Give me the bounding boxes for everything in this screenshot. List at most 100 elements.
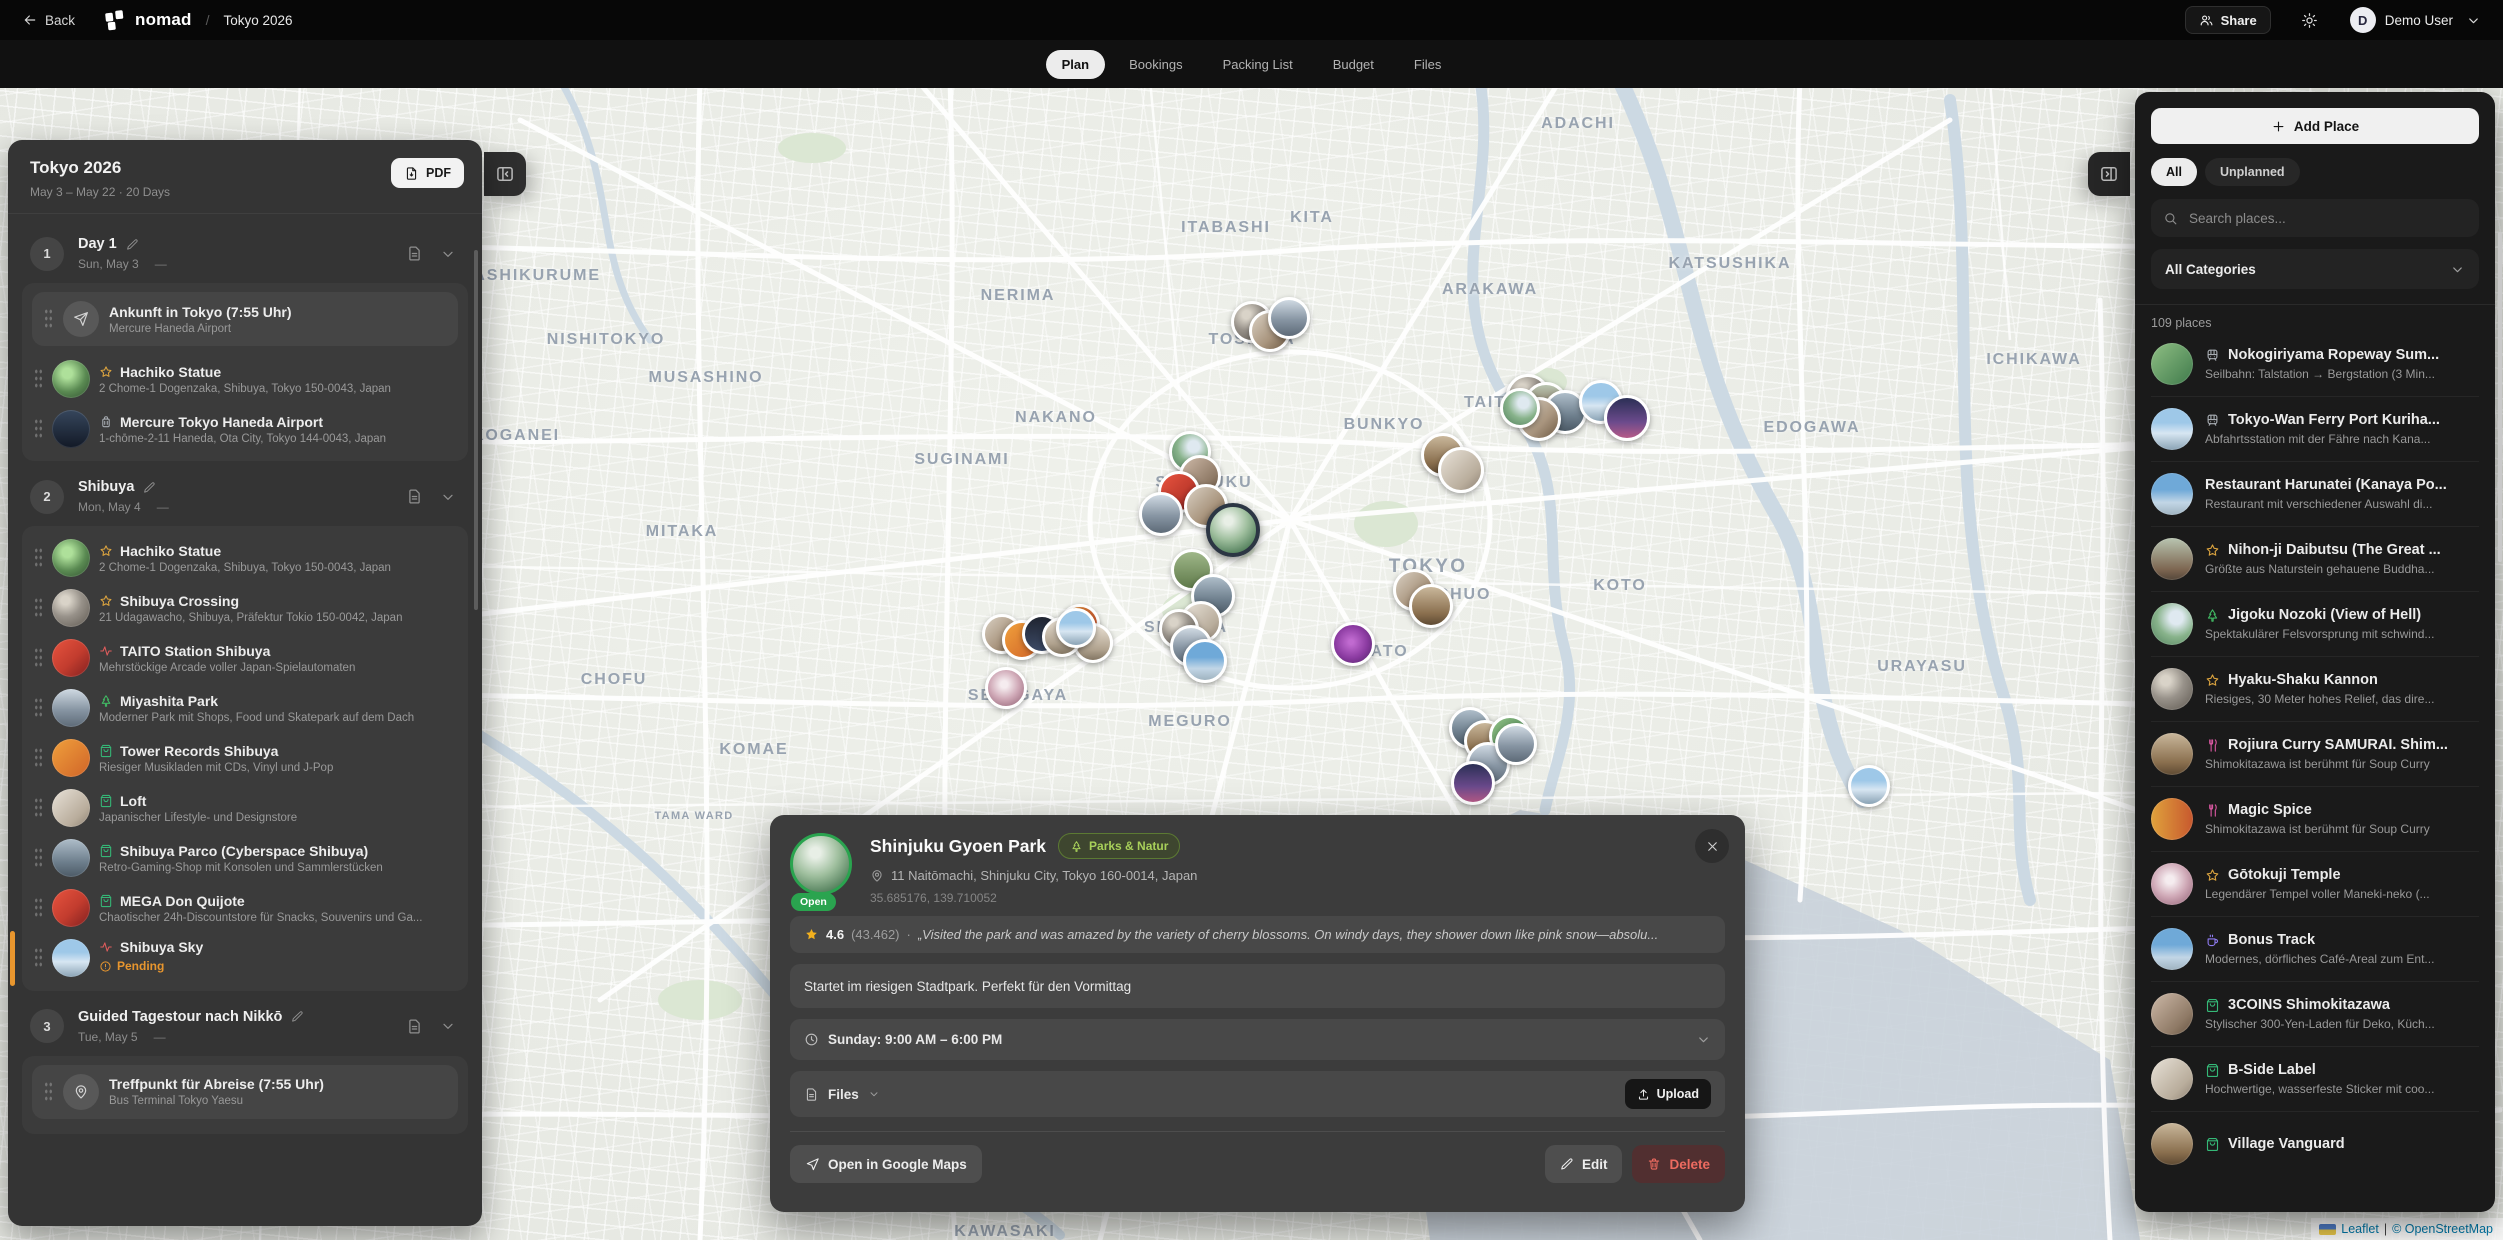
drag-handle[interactable] <box>34 647 43 669</box>
places-list-item[interactable]: 3COINS ShimokitazawaStylischer 300-Yen-L… <box>2151 982 2479 1047</box>
filter-all[interactable]: All <box>2151 158 2197 186</box>
upload-button[interactable]: Upload <box>1625 1079 1711 1109</box>
drag-handle[interactable] <box>34 697 43 719</box>
places-list-item[interactable]: Nihon-ji Daibutsu (The Great ...Größte a… <box>2151 527 2479 592</box>
tab-budget[interactable]: Budget <box>1317 50 1390 79</box>
open-google-maps-button[interactable]: Open in Google Maps <box>790 1145 982 1183</box>
opening-hours-row[interactable]: Sunday: 9:00 AM – 6:00 PM <box>790 1019 1725 1060</box>
itinerary-note-card[interactable]: Ankunft in Tokyo (7:55 Uhr)Mercure Haned… <box>32 292 458 346</box>
places-list-item[interactable]: Magic SpiceShimokitazawa ist berühmt für… <box>2151 787 2479 852</box>
collapse-left-panel-button[interactable] <box>484 152 526 196</box>
itinerary-place-row[interactable]: Shibuya SkyPending <box>30 933 460 984</box>
drag-handle[interactable] <box>34 747 43 769</box>
delete-button[interactable]: Delete <box>1632 1145 1725 1183</box>
itinerary-place-row[interactable]: Shibuya Crossing21 Udagawacho, Shibuya, … <box>30 583 460 633</box>
map-marker[interactable] <box>1331 622 1375 666</box>
itinerary-place-row[interactable]: Hachiko Statue2 Chome-1 Dogenzaka, Shibu… <box>30 354 460 404</box>
pdf-export-button[interactable]: PDF <box>391 158 464 188</box>
openstreetmap-link[interactable]: © OpenStreetMap <box>2392 1222 2493 1236</box>
itinerary-place-row[interactable]: TAITO Station ShibuyaMehrstöckige Arcade… <box>30 633 460 683</box>
edit-button[interactable]: Edit <box>1545 1145 1623 1183</box>
itinerary-place-row[interactable]: Mercure Tokyo Haneda Airport1-chōme-2-11… <box>30 404 460 454</box>
map-marker[interactable] <box>1495 723 1537 765</box>
day-notes-icon[interactable] <box>406 245 423 262</box>
itinerary-note-card[interactable]: Treffpunkt für Abreise (7:55 Uhr)Bus Ter… <box>32 1065 458 1119</box>
page-scrollbar[interactable] <box>2498 232 2502 562</box>
itinerary-place-row[interactable]: Hachiko Statue2 Chome-1 Dogenzaka, Shibu… <box>30 533 460 583</box>
place-title: Loft <box>120 793 146 809</box>
collapse-right-panel-button[interactable] <box>2088 152 2130 196</box>
close-popup-button[interactable] <box>1695 829 1729 863</box>
filter-unplanned[interactable]: Unplanned <box>2205 158 2300 186</box>
itinerary-place-row[interactable]: Miyashita ParkModerner Park mit Shops, F… <box>30 683 460 733</box>
drag-handle[interactable] <box>44 1081 53 1103</box>
places-list-item[interactable]: Restaurant Harunatei (Kanaya Po...Restau… <box>2151 462 2479 527</box>
drag-handle[interactable] <box>34 947 43 969</box>
map-marker[interactable] <box>1438 447 1484 493</box>
drag-handle[interactable] <box>34 547 43 569</box>
map-marker[interactable] <box>1183 639 1227 683</box>
places-list-item[interactable]: Hyaku-Shaku KannonRiesiges, 30 Meter hoh… <box>2151 657 2479 722</box>
map-marker[interactable] <box>1268 297 1310 339</box>
map-marker[interactable] <box>1056 608 1096 648</box>
drag-handle[interactable] <box>44 308 53 330</box>
drag-handle[interactable] <box>34 897 43 919</box>
places-list-item[interactable]: B-Side LabelHochwertige, wasserfeste Sti… <box>2151 1047 2479 1112</box>
day-collapse-icon[interactable] <box>440 246 456 262</box>
map-marker[interactable] <box>1139 492 1183 536</box>
avatar[interactable]: D <box>2350 7 2376 33</box>
places-list-item[interactable]: Bonus TrackModernes, dörfliches Café-Are… <box>2151 917 2479 982</box>
search-input[interactable] <box>2187 210 2467 227</box>
map-marker[interactable] <box>1848 765 1890 807</box>
drag-handle[interactable] <box>34 847 43 869</box>
day-notes-icon[interactable] <box>406 1018 423 1035</box>
itinerary-place-row[interactable]: MEGA Don QuijoteChaotischer 24h-Discount… <box>30 883 460 933</box>
place-subtitle: Seilbahn: Talstation → Bergstation (3 Mi… <box>2205 367 2479 381</box>
map-marker[interactable] <box>1409 584 1453 628</box>
add-place-button[interactable]: Add Place <box>2151 108 2479 144</box>
review-summary[interactable]: 4.6 (43.462) · „Visited the park and was… <box>790 916 1725 953</box>
places-list-item[interactable]: Nokogiriyama Ropeway Sum...Seilbahn: Tal… <box>2151 332 2479 397</box>
tab-plan[interactable]: Plan <box>1046 50 1105 79</box>
itinerary-place-row[interactable]: Shibuya Parco (Cyberspace Shibuya)Retro-… <box>30 833 460 883</box>
places-list-item[interactable]: Jigoku Nozoki (View of Hell)Spektakuläre… <box>2151 592 2479 657</box>
drag-handle[interactable] <box>34 418 43 440</box>
places-list-item[interactable]: Rojiura Curry SAMURAI. Shim...Shimokitaz… <box>2151 722 2479 787</box>
places-list-item[interactable]: Tokyo-Wan Ferry Port Kuriha...Abfahrtsst… <box>2151 397 2479 462</box>
map-marker[interactable] <box>1500 388 1540 428</box>
tab-bookings[interactable]: Bookings <box>1113 50 1198 79</box>
tab-files[interactable]: Files <box>1398 50 1457 79</box>
place-thumbnail <box>2151 798 2193 840</box>
place-note[interactable]: Startet im riesigen Stadtpark. Perfekt f… <box>790 964 1725 1008</box>
theme-toggle-button[interactable] <box>2295 11 2324 30</box>
map-marker[interactable] <box>1451 761 1495 805</box>
tab-packing-list[interactable]: Packing List <box>1207 50 1309 79</box>
drag-handle[interactable] <box>34 368 43 390</box>
places-list-item[interactable]: Village Vanguard <box>2151 1112 2479 1176</box>
map-marker[interactable] <box>985 667 1027 709</box>
map-marker-selected[interactable] <box>1206 503 1260 557</box>
place-subtitle: 2 Chome-1 Dogenzaka, Shibuya, Tokyo 150-… <box>99 562 456 574</box>
day-collapse-icon[interactable] <box>440 489 456 505</box>
itinerary-place-row[interactable]: Tower Records ShibuyaRiesiger Musikladen… <box>30 733 460 783</box>
itinerary-place-row[interactable]: LoftJapanischer Lifestyle- und Designsto… <box>30 783 460 833</box>
day-collapse-icon[interactable] <box>440 1018 456 1034</box>
brand-logo[interactable]: nomad <box>103 8 192 32</box>
category-filter-select[interactable]: All Categories <box>2151 249 2479 289</box>
leaflet-link[interactable]: Leaflet <box>2341 1222 2379 1236</box>
map-marker[interactable] <box>1604 395 1650 441</box>
map-attribution: Leaflet | © OpenStreetMap <box>2311 1218 2503 1240</box>
files-row[interactable]: Files Upload <box>790 1071 1725 1117</box>
back-button[interactable]: Back <box>16 11 81 29</box>
drag-handle[interactable] <box>34 797 43 819</box>
user-menu-button[interactable] <box>2460 12 2487 29</box>
share-button[interactable]: Share <box>2185 6 2271 34</box>
itinerary-scroll-area[interactable]: 1Day 1Sun, May 3— Ankunft in Tokyo (7:55 … <box>8 214 482 1226</box>
itinerary-scrollbar[interactable] <box>474 250 478 610</box>
drag-handle[interactable] <box>34 597 43 619</box>
day-header[interactable]: 1Day 1Sun, May 3— <box>22 224 468 283</box>
day-header[interactable]: 2ShibuyaMon, May 4— <box>22 467 468 526</box>
day-notes-icon[interactable] <box>406 488 423 505</box>
places-list-item[interactable]: Gōtokuji TempleLegendärer Tempel voller … <box>2151 852 2479 917</box>
day-header[interactable]: 3Guided Tagestour nach NikkōTue, May 5— <box>22 997 468 1056</box>
